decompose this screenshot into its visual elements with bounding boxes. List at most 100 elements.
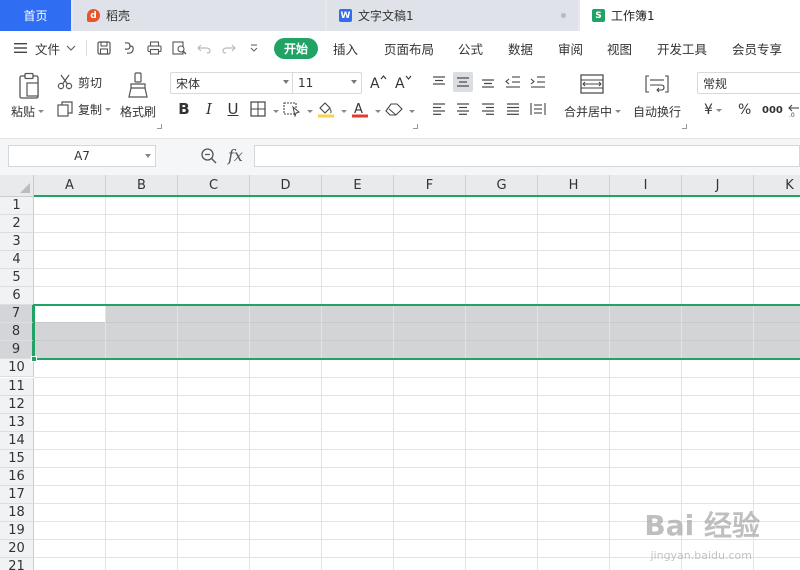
- cut-button[interactable]: 剪切: [57, 73, 102, 91]
- column-header-c[interactable]: C: [178, 175, 250, 197]
- tab-start[interactable]: 开始: [274, 38, 318, 59]
- tab-workbook[interactable]: S 工作簿1: [580, 0, 800, 31]
- row-header-8[interactable]: 8: [0, 323, 34, 342]
- decrease-indent-icon[interactable]: [503, 72, 523, 92]
- name-box[interactable]: A7: [8, 145, 156, 167]
- align-bottom-icon[interactable]: [478, 72, 498, 92]
- zoom-search-icon[interactable]: [200, 147, 220, 167]
- column-header-i[interactable]: I: [610, 175, 682, 197]
- merge-center-icon[interactable]: [578, 71, 606, 97]
- tab-unsaved-dot-icon[interactable]: [561, 13, 566, 18]
- column-header-k[interactable]: K: [754, 175, 800, 197]
- tab-member[interactable]: 会员专享: [732, 31, 782, 65]
- borders-icon[interactable]: [248, 99, 268, 119]
- select-all-corner[interactable]: [0, 175, 34, 197]
- column-header-h[interactable]: H: [538, 175, 610, 197]
- row-header-2[interactable]: 2: [0, 215, 34, 234]
- save-icon[interactable]: [95, 39, 113, 57]
- column-header-g[interactable]: G: [466, 175, 538, 197]
- format-painter-icon[interactable]: [125, 71, 151, 99]
- row-header-17[interactable]: 17: [0, 485, 34, 504]
- column-header-a[interactable]: A: [34, 175, 106, 197]
- column-header-f[interactable]: F: [394, 175, 466, 197]
- paste-button[interactable]: 粘贴: [11, 103, 45, 119]
- bold-icon[interactable]: B: [174, 99, 194, 119]
- column-header-e[interactable]: E: [322, 175, 394, 197]
- undo-icon[interactable]: [195, 39, 213, 57]
- row-header-14[interactable]: 14: [0, 431, 34, 450]
- insert-function-icon[interactable]: fx: [228, 146, 243, 165]
- tab-data[interactable]: 数据: [508, 31, 533, 65]
- row-header-3[interactable]: 3: [0, 233, 34, 252]
- row-header-4[interactable]: 4: [0, 251, 34, 270]
- clear-format-icon[interactable]: [384, 99, 404, 119]
- font-color-icon[interactable]: A: [350, 99, 370, 119]
- percent-format-button[interactable]: %: [738, 101, 751, 119]
- increase-decimal-icon[interactable]: .0: [787, 101, 800, 119]
- align-right-icon[interactable]: [478, 99, 498, 119]
- align-middle-icon[interactable]: [453, 72, 473, 92]
- row-header-9[interactable]: 9: [0, 341, 34, 360]
- tab-developer[interactable]: 开发工具: [657, 31, 707, 65]
- row-header-21[interactable]: 21: [0, 558, 34, 570]
- redo-icon[interactable]: [220, 39, 238, 57]
- column-header-d[interactable]: D: [250, 175, 322, 197]
- customize-toolbar-icon[interactable]: [245, 39, 263, 57]
- fill-color-icon[interactable]: [316, 99, 336, 119]
- cell-style-dropdown-icon[interactable]: [307, 110, 313, 113]
- align-center-icon[interactable]: [453, 99, 473, 119]
- decrease-font-size-icon[interactable]: A: [394, 72, 414, 92]
- row-header-12[interactable]: 12: [0, 395, 34, 414]
- tab-page-layout[interactable]: 页面布局: [384, 31, 434, 65]
- tab-formulas[interactable]: 公式: [458, 31, 483, 65]
- row-header-6[interactable]: 6: [0, 287, 34, 306]
- row-header-20[interactable]: 20: [0, 539, 34, 558]
- output-pdf-icon[interactable]: [120, 39, 138, 57]
- tab-home[interactable]: 首页: [0, 0, 71, 31]
- wrap-text-button[interactable]: 自动换行: [633, 103, 681, 119]
- column-header-b[interactable]: B: [106, 175, 178, 197]
- distributed-align-icon[interactable]: [528, 99, 548, 119]
- fill-color-dropdown-icon[interactable]: [341, 110, 347, 113]
- italic-icon[interactable]: I: [199, 99, 219, 119]
- font-name-select[interactable]: 宋体: [170, 72, 294, 94]
- thousands-separator-button[interactable]: 000: [762, 101, 783, 119]
- merge-center-button[interactable]: 合并居中: [564, 103, 622, 119]
- underline-icon[interactable]: U: [223, 99, 243, 119]
- row-header-16[interactable]: 16: [0, 467, 34, 486]
- tab-review[interactable]: 审阅: [558, 31, 583, 65]
- row-header-10[interactable]: 10: [0, 359, 34, 378]
- font-group-launcher[interactable]: [413, 124, 418, 129]
- formula-input[interactable]: [254, 145, 800, 167]
- align-top-icon[interactable]: [429, 72, 449, 92]
- row-header-15[interactable]: 15: [0, 449, 34, 468]
- print-preview-icon[interactable]: [170, 39, 188, 57]
- column-header-j[interactable]: J: [682, 175, 754, 197]
- increase-font-size-icon[interactable]: A: [369, 72, 389, 92]
- paste-icon[interactable]: [14, 71, 44, 101]
- currency-format-button[interactable]: ¥: [704, 101, 722, 119]
- increase-indent-icon[interactable]: [528, 72, 548, 92]
- copy-button[interactable]: 复制: [57, 100, 112, 118]
- align-left-icon[interactable]: [429, 99, 449, 119]
- row-header-5[interactable]: 5: [0, 269, 34, 288]
- cell-style-icon[interactable]: [282, 99, 302, 119]
- clipboard-group-launcher[interactable]: [157, 124, 162, 129]
- row-header-13[interactable]: 13: [0, 413, 34, 432]
- row-header-19[interactable]: 19: [0, 521, 34, 540]
- selection-fill-handle[interactable]: [31, 356, 37, 363]
- wrap-text-icon[interactable]: [643, 71, 671, 97]
- alignment-group-launcher[interactable]: [682, 124, 687, 129]
- tab-daoke[interactable]: d 稻壳: [73, 0, 325, 31]
- font-color-dropdown-icon[interactable]: [375, 110, 381, 113]
- tab-document[interactable]: W 文字文稿1: [327, 0, 578, 31]
- tab-insert[interactable]: 插入: [333, 31, 358, 65]
- clear-format-dropdown-icon[interactable]: [409, 110, 415, 113]
- tab-view[interactable]: 视图: [607, 31, 632, 65]
- print-icon[interactable]: [145, 39, 163, 57]
- format-painter-button[interactable]: 格式刷: [120, 103, 156, 119]
- file-menu[interactable]: 文件: [14, 31, 76, 65]
- font-size-select[interactable]: 11: [292, 72, 362, 94]
- number-format-select[interactable]: 常规: [697, 72, 800, 94]
- row-header-11[interactable]: 11: [0, 377, 34, 396]
